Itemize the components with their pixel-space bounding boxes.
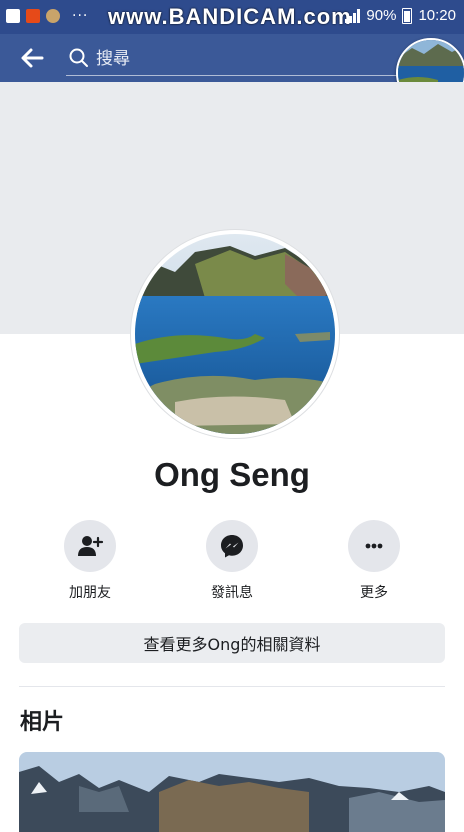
more-icon <box>365 543 383 549</box>
profile-name: Ong Seng <box>154 456 310 493</box>
photo-thumbnail[interactable] <box>19 752 445 832</box>
profile-landscape-image <box>135 234 335 434</box>
add-friend-button[interactable]: 加朋友 <box>40 520 140 602</box>
more-label: 更多 <box>360 585 388 601</box>
photo-landscape-image <box>19 752 445 832</box>
see-more-info-button[interactable]: 查看更多Ong的相關資料 <box>19 623 445 663</box>
notification-icons: ··· <box>6 8 88 24</box>
gallery-icon <box>6 9 20 23</box>
more-circle[interactable] <box>348 520 400 572</box>
profile-picture[interactable] <box>131 230 339 438</box>
back-button[interactable] <box>18 44 46 72</box>
battery-icon <box>402 7 413 24</box>
app-bar <box>0 34 464 108</box>
clock: 10:20 <box>418 7 456 24</box>
more-notifications: ··· <box>72 8 89 24</box>
record-icon <box>26 9 40 23</box>
photos-section-title: 相片 <box>20 710 65 735</box>
message-label: 發訊息 <box>211 585 253 601</box>
message-button[interactable]: 發訊息 <box>182 520 282 602</box>
add-friend-label: 加朋友 <box>69 585 111 601</box>
messenger-icon <box>221 535 243 558</box>
search-input[interactable] <box>94 45 388 73</box>
action-buttons: 加朋友 發訊息 更多 <box>0 520 464 610</box>
watermark: www.BANDICAM.com <box>108 4 352 29</box>
status-bar: ··· www.BANDICAM.com 90% 10:20 <box>0 0 464 34</box>
search-bar[interactable] <box>66 43 398 76</box>
more-button[interactable]: 更多 <box>324 520 424 602</box>
divider <box>19 686 445 687</box>
search-icon <box>69 48 88 67</box>
add-friend-icon <box>78 536 104 556</box>
message-circle[interactable] <box>206 520 258 572</box>
owl-icon <box>46 9 60 23</box>
back-arrow-icon <box>21 48 44 68</box>
add-friend-circle[interactable] <box>64 520 116 572</box>
battery-percent: 90% <box>366 7 397 24</box>
signal-icon <box>345 8 361 23</box>
